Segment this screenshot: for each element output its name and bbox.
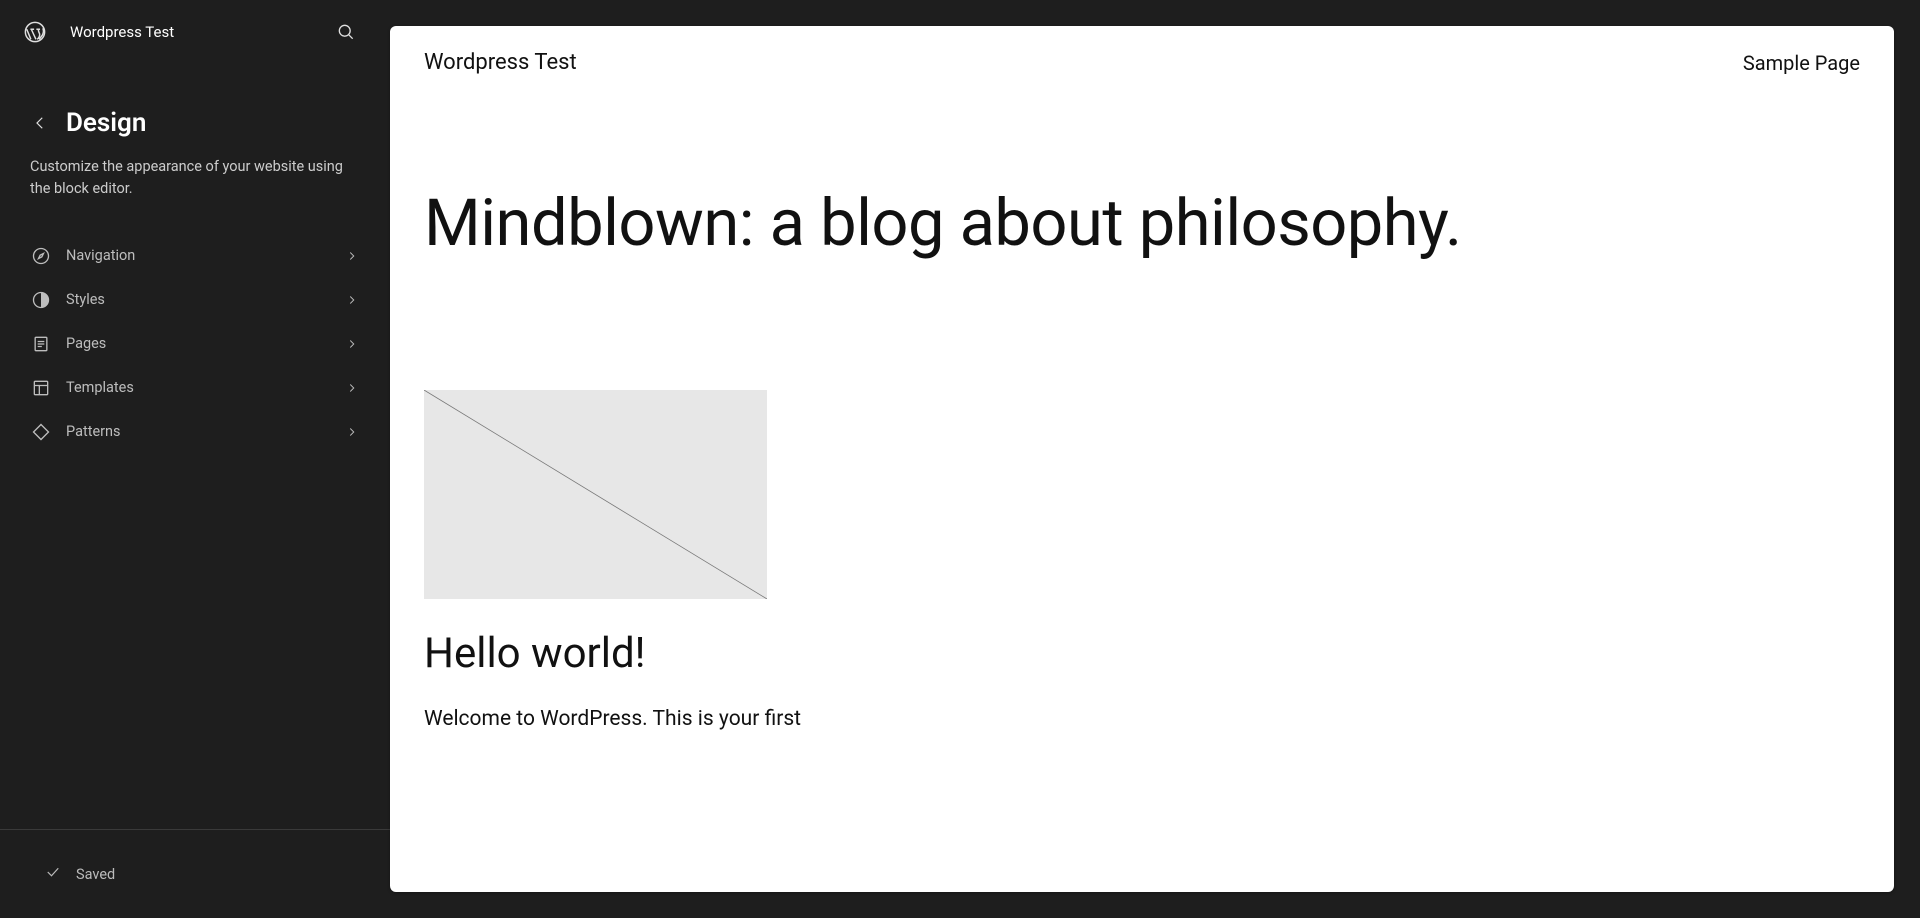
preview-header: Wordpress Test Sample Page <box>390 26 1894 75</box>
panel-title: Design <box>66 108 146 138</box>
chevron-right-icon <box>344 336 360 352</box>
search-button[interactable] <box>330 16 362 48</box>
preview-post-excerpt: Welcome to WordPress. This is your first <box>424 704 1176 734</box>
nav-item-templates[interactable]: Templates <box>14 366 376 410</box>
sidebar-divider <box>0 829 390 830</box>
wordpress-logo-icon[interactable] <box>24 21 46 43</box>
site-preview[interactable]: Wordpress Test Sample Page Mindblown: a … <box>390 26 1894 892</box>
preview-menu-item[interactable]: Sample Page <box>1743 51 1860 75</box>
nav-item-label: Templates <box>66 379 330 396</box>
halfcircle-icon <box>30 289 52 311</box>
chevron-right-icon <box>344 292 360 308</box>
nav-item-styles[interactable]: Styles <box>14 278 376 322</box>
panel-description: Customize the appearance of your website… <box>0 138 390 200</box>
layout-icon <box>30 377 52 399</box>
nav-item-label: Pages <box>66 335 330 352</box>
preview-hero-heading: Mindblown: a blog about philosophy. <box>390 75 1894 262</box>
preview-wrap: Wordpress Test Sample Page Mindblown: a … <box>390 0 1920 918</box>
preview-site-title[interactable]: Wordpress Test <box>424 50 577 75</box>
nav-item-label: Patterns <box>66 423 330 440</box>
save-status: Saved <box>0 858 390 890</box>
chevron-right-icon <box>344 380 360 396</box>
design-nav-list: Navigation Styles Pages <box>0 200 390 454</box>
diamond-icon <box>30 421 52 443</box>
preview-post: Hello world! Welcome to WordPress. This … <box>390 262 1210 734</box>
top-bar: Wordpress Test <box>0 0 390 64</box>
compass-icon <box>30 245 52 267</box>
panel-header: Design <box>0 64 390 138</box>
check-icon <box>44 863 62 885</box>
back-button[interactable] <box>28 111 52 135</box>
page-icon <box>30 333 52 355</box>
editor-sidebar: Wordpress Test Design Customize the appe… <box>0 0 390 918</box>
chevron-right-icon <box>344 248 360 264</box>
save-status-label: Saved <box>76 866 115 883</box>
nav-item-label: Navigation <box>66 247 330 264</box>
nav-item-label: Styles <box>66 291 330 308</box>
nav-item-patterns[interactable]: Patterns <box>14 410 376 454</box>
nav-item-navigation[interactable]: Navigation <box>14 234 376 278</box>
preview-post-title[interactable]: Hello world! <box>424 629 1176 678</box>
nav-item-pages[interactable]: Pages <box>14 322 376 366</box>
post-thumbnail-placeholder <box>424 390 767 599</box>
chevron-right-icon <box>344 424 360 440</box>
site-title[interactable]: Wordpress Test <box>70 23 306 41</box>
